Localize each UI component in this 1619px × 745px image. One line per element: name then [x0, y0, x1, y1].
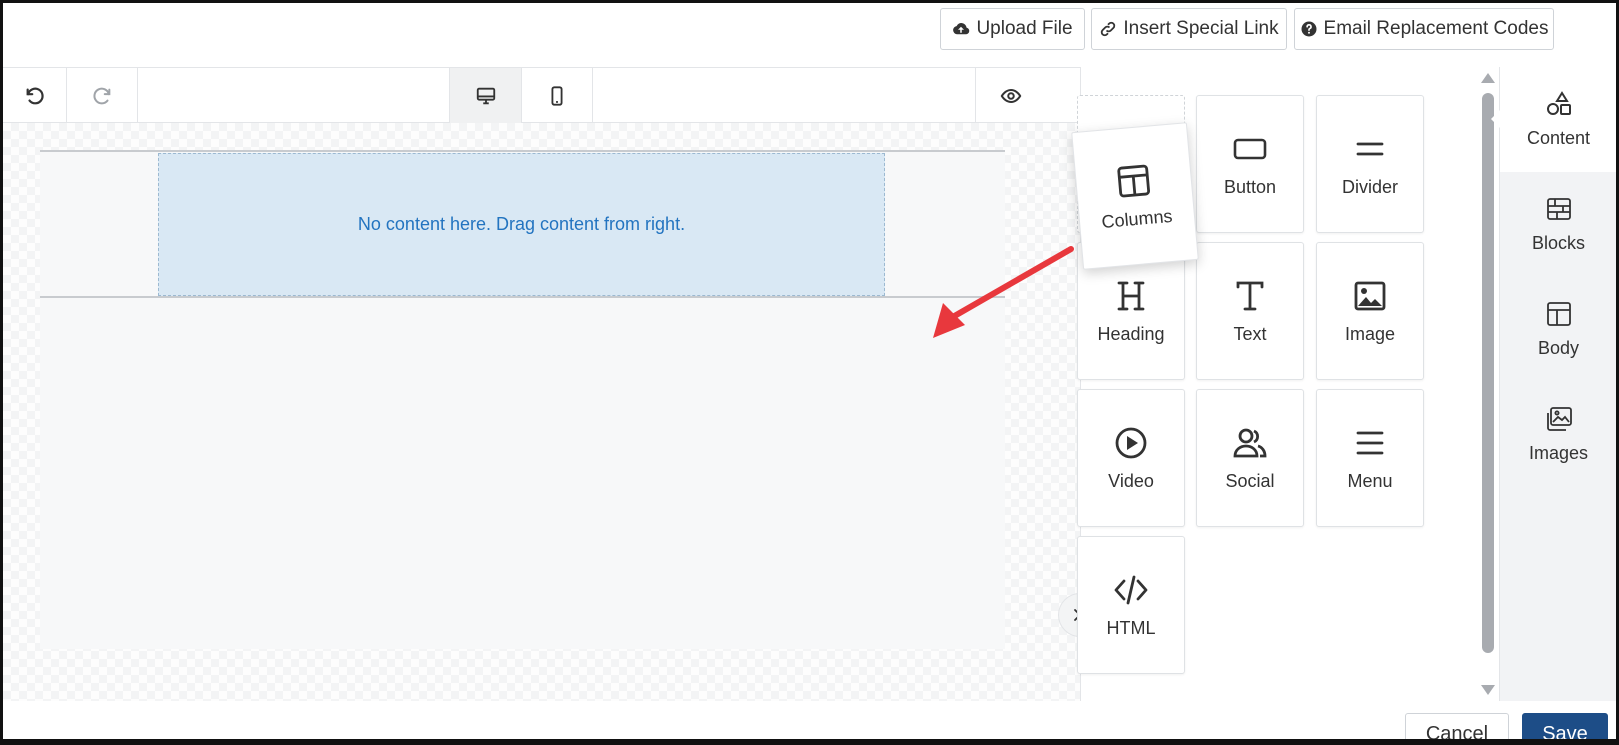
video-tile-label: Video — [1108, 470, 1154, 491]
redo-button[interactable] — [67, 68, 137, 123]
desktop-view-button[interactable] — [450, 68, 521, 123]
tab-images[interactable]: Images — [1500, 382, 1616, 487]
divider-icon — [1356, 142, 1384, 155]
tab-blocks-label: Blocks — [1531, 233, 1585, 253]
scroll-up-arrow[interactable] — [1481, 73, 1495, 83]
dragging-tile-label: Columns — [1100, 205, 1174, 232]
insert-special-link-button[interactable]: Insert Special Link — [1091, 8, 1287, 50]
html-icon — [1114, 575, 1148, 604]
save-label: Save — [1542, 722, 1588, 745]
scroll-thumb[interactable] — [1482, 93, 1494, 653]
tab-content[interactable]: Content — [1500, 67, 1616, 172]
heading-icon — [1117, 281, 1145, 310]
mobile-icon — [551, 85, 563, 106]
social-icon — [1233, 428, 1267, 457]
heading-tile-label: Heading — [1097, 323, 1165, 344]
menu-tile[interactable]: Menu — [1316, 389, 1424, 527]
content-row[interactable]: No content here. Drag content from right… — [40, 150, 1005, 298]
blocks-icon — [1546, 198, 1571, 220]
tab-blocks[interactable]: Blocks — [1500, 172, 1616, 277]
button-tile-label: Button — [1223, 176, 1277, 197]
email-editor-window: Upload File Insert Special Link Email Re… — [0, 0, 1619, 745]
upload-file-label: Upload File — [976, 18, 1073, 39]
social-tile[interactable]: Social — [1196, 389, 1304, 527]
email-replacement-codes-button[interactable]: Email Replacement Codes — [1294, 8, 1554, 50]
html-tile[interactable]: HTML — [1077, 536, 1185, 674]
redo-icon — [93, 87, 111, 104]
insert-special-link-label: Insert Special Link — [1123, 18, 1279, 39]
eye-icon — [1000, 88, 1022, 103]
scroll-down-arrow[interactable] — [1481, 685, 1495, 695]
email-canvas: No content here. Drag content from right… — [3, 123, 1080, 701]
columns-icon — [1117, 164, 1150, 197]
email-replacement-codes-label: Email Replacement Codes — [1323, 18, 1549, 39]
tab-body-label: Body — [1537, 338, 1580, 358]
desktop-icon — [476, 87, 495, 104]
shapes-icon — [1546, 91, 1571, 115]
video-tile[interactable]: Video — [1077, 389, 1185, 527]
question-circle-icon — [1301, 21, 1317, 37]
text-icon — [1236, 281, 1264, 310]
drop-zone-text: No content here. Drag content from right… — [357, 214, 686, 234]
link-icon — [1101, 21, 1116, 37]
image-tile[interactable]: Image — [1316, 242, 1424, 380]
image-icon — [1354, 281, 1386, 310]
text-tile-label: Text — [1233, 323, 1267, 344]
tab-body[interactable]: Body — [1500, 277, 1616, 382]
active-tab-pointer — [1491, 109, 1501, 129]
dragging-columns-tile[interactable]: Columns — [1071, 122, 1199, 270]
social-tile-label: Social — [1225, 470, 1275, 491]
button-tile[interactable]: Button — [1196, 95, 1304, 233]
video-icon — [1115, 427, 1147, 458]
button-icon — [1233, 138, 1267, 159]
body-layout-icon — [1546, 302, 1571, 326]
text-tile[interactable]: Text — [1196, 242, 1304, 380]
panel-scrollbar[interactable] — [1479, 67, 1497, 701]
cloud-upload-icon — [953, 23, 970, 35]
drop-zone[interactable]: No content here. Drag content from right… — [158, 153, 885, 296]
menu-tile-label: Menu — [1347, 470, 1393, 491]
image-tile-label: Image — [1344, 323, 1396, 344]
tab-images-label: Images — [1528, 443, 1589, 463]
mobile-view-button[interactable] — [522, 68, 592, 123]
undo-icon — [26, 87, 44, 104]
editor-toolbar — [3, 67, 1080, 123]
cancel-button[interactable]: Cancel — [1405, 713, 1509, 745]
menu-icon — [1356, 431, 1384, 454]
preview-button[interactable] — [976, 68, 1046, 123]
images-icon — [1546, 407, 1572, 431]
tab-content-label: Content — [1526, 128, 1591, 148]
save-button[interactable]: Save — [1522, 713, 1608, 745]
upload-file-button[interactable]: Upload File — [940, 8, 1085, 50]
undo-button[interactable] — [3, 68, 66, 123]
html-tile-label: HTML — [1106, 617, 1156, 638]
side-tabs: Content Blocks Body Images — [1499, 67, 1616, 701]
cancel-label: Cancel — [1425, 722, 1489, 745]
divider-tile-label: Divider — [1341, 176, 1398, 197]
divider-tile[interactable]: Divider — [1316, 95, 1424, 233]
